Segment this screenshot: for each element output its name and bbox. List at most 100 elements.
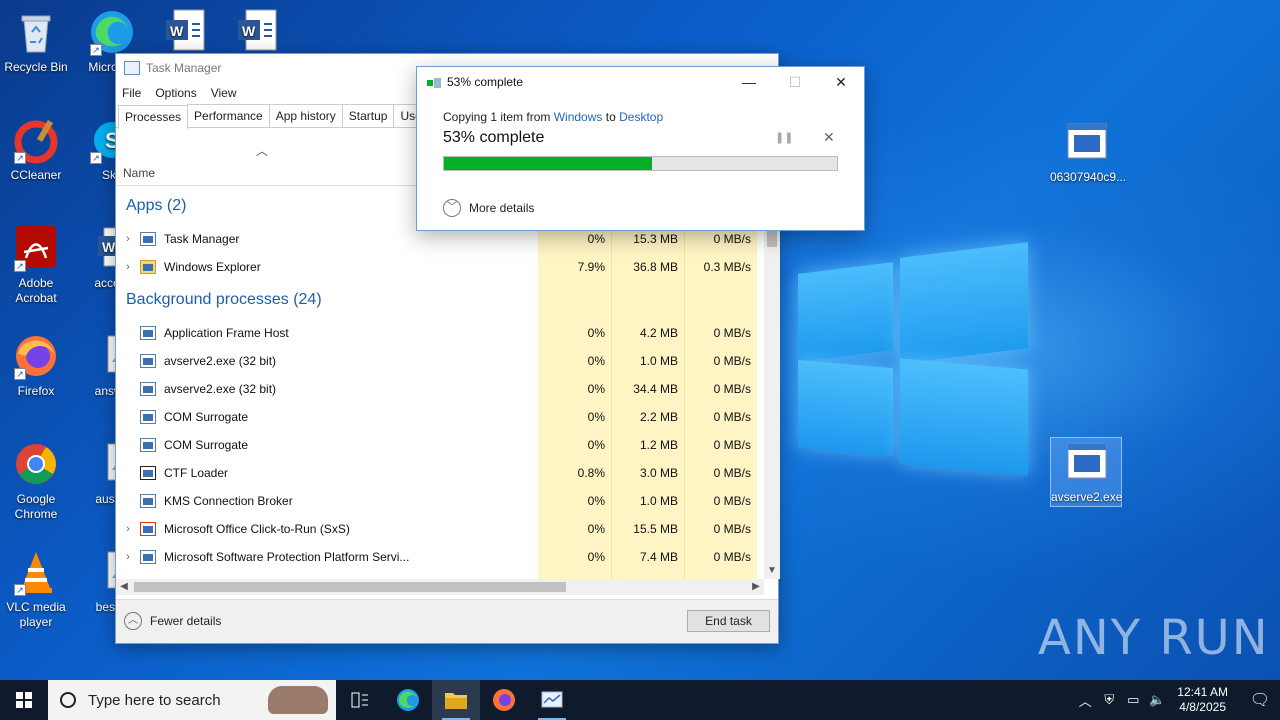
table-row[interactable]: CTF Loader 0.8% 3.0 MB 0 MB/s (116, 459, 764, 487)
tab-app-history[interactable]: App history (268, 104, 343, 127)
close-icon[interactable]: ✕ (818, 67, 864, 97)
process-name: CTF Loader (164, 466, 229, 480)
percent-complete-text: 53% complete (443, 129, 545, 146)
table-row[interactable]: avserve2.exe (32 bit) 0% 34.4 MB 0 MB/s (116, 375, 764, 403)
pen-icon (140, 466, 156, 480)
firefox-icon (493, 689, 515, 711)
end-task-button[interactable]: End task (687, 610, 770, 632)
app-window-icon (140, 494, 156, 508)
table-row[interactable]: avserve2.exe (32 bit) 0% 1.0 MB 0 MB/s (116, 347, 764, 375)
desktop-icon-06307940c9[interactable]: 06307940c9... (1050, 118, 1127, 185)
cpu-value: 0% (587, 354, 605, 368)
copy-dialog-titlebar[interactable]: 53% complete — ☐ ✕ (417, 67, 864, 97)
group-background-label: Background processes (24) (126, 291, 322, 308)
destination-link[interactable]: Desktop (619, 110, 663, 124)
taskbar-file-explorer[interactable] (432, 680, 480, 720)
cpu-value: 0% (587, 438, 605, 452)
cpu-value: 0% (587, 550, 605, 564)
memory-value: 2.2 MB (639, 410, 678, 424)
task-view-icon (351, 692, 368, 708)
table-row[interactable]: › Microsoft Office Click-to-Run (SxS) 0%… (116, 515, 764, 543)
table-row[interactable]: › Microsoft Software Protection Platform… (116, 543, 764, 571)
system-tray: ︿ ⛨ ▭ 🔈 12:41 AM 4/8/2025 🗨 (1073, 680, 1280, 720)
maximize-icon: ☐ (788, 74, 802, 90)
start-button[interactable] (0, 680, 48, 720)
volume-icon[interactable]: 🔈 (1145, 692, 1169, 708)
vertical-scrollbar[interactable]: ▼ (764, 187, 780, 579)
tab-performance[interactable]: Performance (187, 104, 270, 127)
svg-text:W: W (102, 239, 116, 255)
app-window-icon (140, 410, 156, 424)
taskbar-edge[interactable] (384, 680, 432, 720)
scroll-right-icon[interactable]: ▶ (748, 579, 764, 595)
app-window-icon (140, 382, 156, 396)
taskbar-firefox[interactable] (480, 680, 528, 720)
menu-options[interactable]: Options (155, 86, 196, 100)
cancel-icon[interactable]: ✕ (823, 129, 835, 146)
scroll-left-icon[interactable]: ◀ (116, 579, 132, 595)
menu-file[interactable]: File (122, 86, 141, 100)
desktop-icon-adobe-acrobat[interactable]: ↗ Adobe Acrobat (0, 224, 72, 306)
copy-progress-dialog[interactable]: 53% complete — ☐ ✕ Copying 1 item from W… (416, 66, 865, 231)
firefox-icon: ↗ (12, 332, 60, 380)
chevron-right-icon[interactable]: › (116, 261, 140, 273)
process-list: Apps (2) › Task Manager 0% 15.3 MB 0 MB/… (116, 187, 764, 579)
clock[interactable]: 12:41 AM 4/8/2025 (1177, 685, 1228, 715)
disk-value: 0 MB/s (713, 410, 751, 424)
chevron-right-icon[interactable]: › (116, 523, 140, 535)
menu-view[interactable]: View (211, 86, 237, 100)
table-row[interactable]: Application Frame Host 0% 4.2 MB 0 MB/s (116, 319, 764, 347)
disk-value: 0 MB/s (713, 382, 751, 396)
task-view-button[interactable] (336, 680, 384, 720)
table-row[interactable]: COM Surrogate 0% 2.2 MB 0 MB/s (116, 403, 764, 431)
tab-processes[interactable]: Processes (118, 105, 189, 129)
desktop-icon-avserve2[interactable]: avserve2.exe (1050, 437, 1122, 507)
process-name: Microsoft Office Click-to-Run (SxS) (164, 522, 350, 536)
defender-icon[interactable]: ⛨ (1097, 692, 1121, 708)
tab-startup[interactable]: Startup (341, 104, 395, 127)
windows-start-icon (16, 692, 32, 708)
cpu-value: 7.9% (577, 260, 605, 274)
process-name: Windows Explorer (164, 260, 261, 274)
notification-icon[interactable]: 🗨 (1240, 690, 1280, 710)
fewer-details-button[interactable]: ︿ Fewer details (124, 612, 221, 630)
desktop-icon-vlc[interactable]: ↗ VLC media player (0, 548, 72, 630)
chevron-right-icon[interactable]: › (116, 551, 140, 563)
column-name[interactable]: Name (123, 166, 155, 180)
source-link[interactable]: Windows (554, 110, 603, 124)
memory-value: 3.0 MB (639, 466, 678, 480)
memory-value: 1.2 MB (639, 438, 678, 452)
table-row[interactable]: COM Surrogate 0% 1.2 MB 0 MB/s (116, 431, 764, 459)
executable-icon (1062, 118, 1110, 166)
cpu-value: 0% (587, 410, 605, 424)
disk-value: 0 MB/s (713, 354, 751, 368)
copy-icon (427, 77, 441, 88)
desktop-icon-firefox[interactable]: ↗ Firefox (0, 332, 72, 399)
desktop-icon-label: Recycle Bin (4, 60, 68, 74)
horizontal-scrollbar[interactable]: ◀ ▶ (116, 579, 764, 595)
more-details-button[interactable]: ﹀ More details (443, 199, 534, 217)
taskbar-search-box[interactable]: Type here to search (48, 680, 336, 720)
scrollbar-thumb[interactable] (767, 231, 777, 247)
table-row[interactable]: KMS Connection Broker 0% 1.0 MB 0 MB/s (116, 487, 764, 515)
taskbar-task-manager[interactable] (528, 680, 576, 720)
table-row[interactable]: › Windows Explorer 7.9% 36.8 MB 0.3 MB/s (116, 253, 764, 281)
scroll-down-icon[interactable]: ▼ (764, 563, 780, 579)
chevron-up-icon[interactable]: ︿ (1073, 691, 1097, 710)
copying-prefix: Copying 1 item from (443, 110, 551, 124)
pause-icon[interactable]: ❚❚ (775, 131, 793, 144)
minimize-icon[interactable]: — (726, 67, 772, 97)
desktop-icon-ccleaner[interactable]: ↗ CCleaner (0, 116, 72, 183)
disk-value: 0 MB/s (713, 522, 751, 536)
copy-progress-bar (443, 156, 838, 171)
chevron-right-icon[interactable]: › (116, 233, 140, 245)
desktop-icon-recycle-bin[interactable]: Recycle Bin (0, 8, 72, 75)
window-title: Task Manager (146, 61, 222, 75)
folder-icon (445, 693, 467, 709)
taskbar: Type here to search ︿ ⛨ ▭ 🔈 12:41 AM 4/8… (0, 680, 1280, 720)
svg-text:W: W (242, 23, 256, 39)
desktop-icon-label: 06307940c9... (1050, 170, 1127, 184)
network-icon[interactable]: ▭ (1121, 692, 1145, 708)
scrollbar-thumb[interactable] (134, 582, 566, 592)
desktop-icon-google-chrome[interactable]: Google Chrome (0, 440, 72, 522)
